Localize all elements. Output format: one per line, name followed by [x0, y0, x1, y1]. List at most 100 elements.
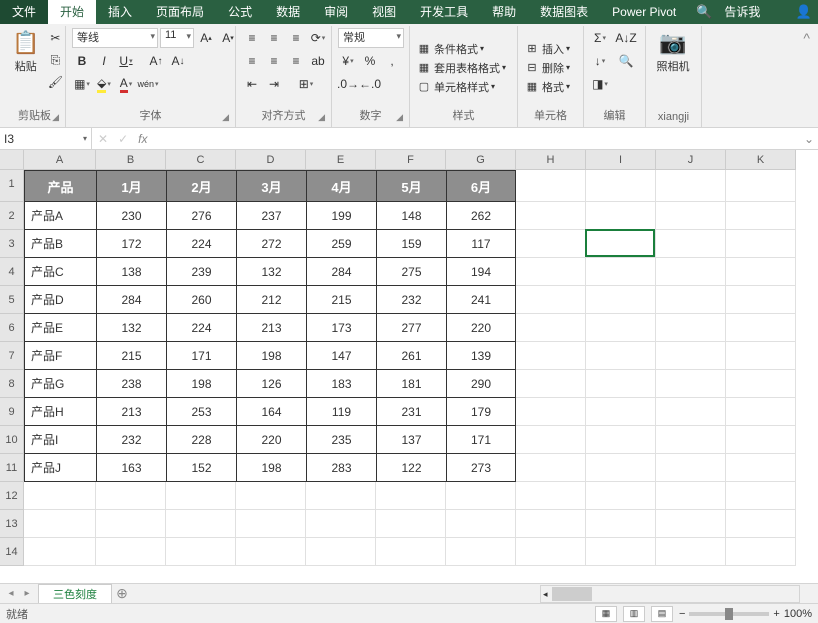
table-cell[interactable]: 284: [306, 258, 376, 286]
select-all-corner[interactable]: [0, 150, 24, 170]
row-header-10[interactable]: 10: [0, 426, 24, 454]
tab-developer[interactable]: 开发工具: [408, 0, 480, 24]
add-sheet-button[interactable]: ⊕: [112, 585, 132, 602]
table-cell[interactable]: 172: [96, 230, 166, 258]
align-center-button[interactable]: ≡: [264, 51, 284, 71]
row-header-6[interactable]: 6: [0, 314, 24, 342]
table-cell[interactable]: 产品J: [24, 454, 96, 482]
table-cell[interactable]: 152: [166, 454, 236, 482]
bold-button[interactable]: B: [72, 51, 92, 71]
cell[interactable]: [166, 538, 236, 566]
cell[interactable]: [586, 286, 656, 314]
zoom-in-button[interactable]: +: [773, 608, 779, 620]
paste-button[interactable]: 📋 粘贴: [10, 28, 41, 76]
col-header-G[interactable]: G: [446, 150, 516, 170]
cell[interactable]: [656, 286, 726, 314]
table-cell[interactable]: 产品F: [24, 342, 96, 370]
table-cell[interactable]: 产品H: [24, 398, 96, 426]
phonetic-button[interactable]: wén▾: [138, 74, 158, 94]
table-cell[interactable]: 232: [376, 286, 446, 314]
cell[interactable]: [376, 482, 446, 510]
table-cell[interactable]: 224: [166, 230, 236, 258]
cell[interactable]: [516, 510, 586, 538]
cell[interactable]: [236, 538, 306, 566]
table-cell[interactable]: 253: [166, 398, 236, 426]
table-cell[interactable]: 179: [446, 398, 516, 426]
table-header[interactable]: 1月: [96, 170, 166, 202]
decrease-indent-button[interactable]: ⇤: [242, 74, 262, 94]
col-header-J[interactable]: J: [656, 150, 726, 170]
cell[interactable]: [586, 426, 656, 454]
row-header-5[interactable]: 5: [0, 286, 24, 314]
row-header-9[interactable]: 9: [0, 398, 24, 426]
col-header-B[interactable]: B: [96, 150, 166, 170]
fx-button[interactable]: fx: [138, 132, 147, 146]
cell[interactable]: [586, 398, 656, 426]
font-name-select[interactable]: 等线: [72, 28, 158, 48]
table-cell[interactable]: 119: [306, 398, 376, 426]
font-dialog-launcher[interactable]: ◢: [222, 112, 229, 123]
cell[interactable]: [586, 258, 656, 286]
table-cell[interactable]: 220: [446, 314, 516, 342]
cell[interactable]: [726, 398, 796, 426]
cell[interactable]: [726, 454, 796, 482]
cell[interactable]: [306, 482, 376, 510]
col-header-I[interactable]: I: [586, 150, 656, 170]
table-cell[interactable]: 198: [166, 370, 236, 398]
tab-insert[interactable]: 插入: [96, 0, 144, 24]
fill-button[interactable]: ↓▾: [590, 51, 610, 71]
cell[interactable]: [166, 482, 236, 510]
cell[interactable]: [656, 342, 726, 370]
cell[interactable]: [96, 510, 166, 538]
cell[interactable]: [96, 538, 166, 566]
conditional-format-button[interactable]: ▦条件格式 ▾: [416, 41, 484, 57]
cell[interactable]: [726, 202, 796, 230]
cell[interactable]: [446, 538, 516, 566]
cell[interactable]: [726, 370, 796, 398]
alignment-dialog-launcher[interactable]: ◢: [318, 112, 325, 123]
merge-button[interactable]: ⊞▾: [286, 74, 326, 94]
cell[interactable]: [656, 398, 726, 426]
table-cell[interactable]: 147: [306, 342, 376, 370]
table-header[interactable]: 5月: [376, 170, 446, 202]
table-cell[interactable]: 232: [96, 426, 166, 454]
cell[interactable]: [516, 398, 586, 426]
cell[interactable]: [96, 482, 166, 510]
table-cell[interactable]: 262: [446, 202, 516, 230]
increase-indent-button[interactable]: ⇥: [264, 74, 284, 94]
cell[interactable]: [656, 426, 726, 454]
cell[interactable]: [516, 170, 586, 202]
table-cell[interactable]: 138: [96, 258, 166, 286]
collapse-ribbon-button[interactable]: ^: [799, 26, 814, 127]
cell-styles-button[interactable]: ▢单元格样式 ▾: [416, 79, 495, 95]
row-header-2[interactable]: 2: [0, 202, 24, 230]
cell[interactable]: [726, 230, 796, 258]
sheet-nav-first[interactable]: ◂: [4, 588, 18, 599]
table-cell[interactable]: 238: [96, 370, 166, 398]
tab-home[interactable]: 开始: [48, 0, 96, 24]
table-header[interactable]: 3月: [236, 170, 306, 202]
cell[interactable]: [586, 202, 656, 230]
cell[interactable]: [166, 510, 236, 538]
cell[interactable]: [656, 258, 726, 286]
underline-button[interactable]: U▾: [116, 51, 136, 71]
table-cell[interactable]: 199: [306, 202, 376, 230]
formula-input[interactable]: [157, 132, 794, 146]
comma-button[interactable]: ,: [382, 51, 402, 71]
sort-filter-button[interactable]: A↓Z: [612, 28, 640, 48]
sheet-nav-last[interactable]: ▸: [20, 588, 34, 599]
cell[interactable]: [376, 538, 446, 566]
table-cell[interactable]: 231: [376, 398, 446, 426]
align-bottom-button[interactable]: ≡: [286, 28, 306, 48]
orientation-button[interactable]: ⟳▾: [308, 28, 328, 48]
zoom-out-button[interactable]: −: [679, 608, 685, 620]
table-header[interactable]: 产品: [24, 170, 96, 202]
row-header-8[interactable]: 8: [0, 370, 24, 398]
camera-button[interactable]: 📷 照相机: [652, 28, 694, 76]
cell[interactable]: [516, 230, 586, 258]
enter-icon[interactable]: ✓: [118, 132, 128, 146]
decrease-font-button[interactable]: A▾: [218, 28, 238, 48]
table-cell[interactable]: 284: [96, 286, 166, 314]
table-header[interactable]: 2月: [166, 170, 236, 202]
cell[interactable]: [656, 230, 726, 258]
